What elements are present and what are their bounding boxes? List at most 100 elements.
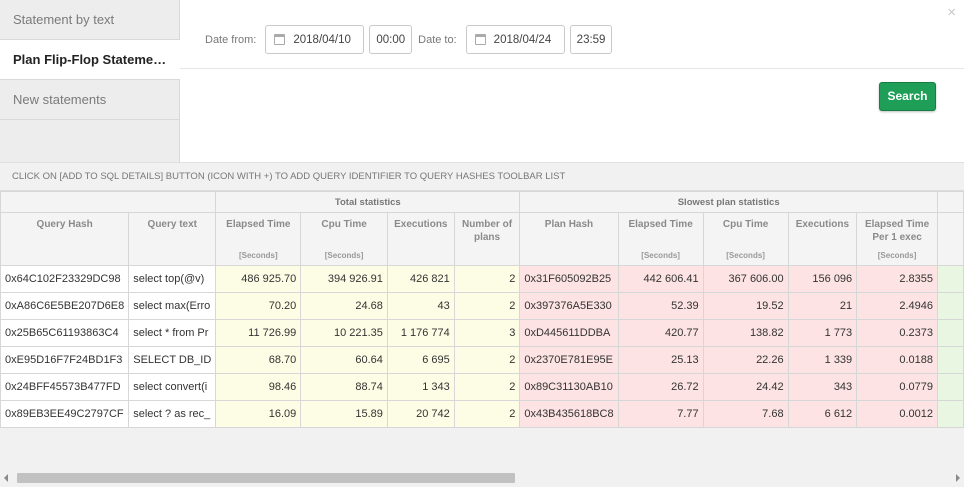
col-slowest-elapsed-label: Elapsed Time [628,219,693,230]
cell-query-text[interactable]: select top(@v) [128,265,217,293]
cell-slowest-cpu: 7.68 [702,400,789,428]
col-plan-hash-label: Plan Hash [544,219,594,230]
filter-panel: Date from: 2018/04/10 00:00 Date to: 201… [180,0,964,162]
col-slowest-executions-label: Executions [795,219,850,230]
col-elapsed-per-exec[interactable]: Elapsed Time Per 1 exec [Seconds] [856,212,939,266]
cell-num-plans: 2 [453,265,521,293]
cell-slowest-executions: 156 096 [787,265,858,293]
cell-cpu: 394 926.91 [300,265,388,293]
cell-plan-hash[interactable]: 0x31F605092B25 [519,265,619,293]
search-button[interactable]: Search [879,82,936,111]
date-to-field[interactable]: 2018/04/24 [465,25,565,54]
col-slowest-executions[interactable]: Executions [787,212,858,266]
unit-label: [Seconds] [726,251,765,260]
cell-num-plans: 2 [453,400,521,428]
unit-label: [Seconds] [877,251,917,260]
col-plan-hash[interactable]: Plan Hash [519,212,619,266]
col-num-plans-label: Number of plans [462,219,513,243]
cell-next-column [937,346,964,374]
cell-query-text[interactable]: select max(Erro [128,292,217,320]
cell-slowest-executions: 21 [787,292,858,320]
date-from-label: Date from: [205,33,257,46]
cell-elapsed: 70.20 [215,292,302,320]
cell-plan-hash[interactable]: 0x2370E781E95E [519,346,619,374]
group-header-total: Total statistics [215,191,521,213]
cell-query-hash[interactable]: 0x64C102F23329DC98 [0,265,130,293]
time-from-field[interactable]: 00:00 [369,25,413,54]
table-row[interactable]: 0xA86C6E5BE207D6E8 select max(Erro 70.20 24… [0,292,964,320]
cell-elapsed-per-exec: 0.0188 [856,346,939,374]
tab-statement-by-text[interactable]: Statement by text [0,0,179,40]
col-num-plans[interactable]: Number of plans [453,212,521,266]
cell-num-plans: 2 [453,292,521,320]
table-row[interactable]: 0xE95D16F7F24BD1F3 SELECT DB_ID 68.70 60.64… [0,346,964,374]
scroll-left-arrow-icon[interactable] [4,474,8,482]
cell-slowest-executions: 1 773 [787,319,858,347]
report-tabs: Statement by text Plan Flip-Flop Stateme… [0,0,180,162]
scrollbar-thumb[interactable] [17,473,515,483]
col-slowest-cpu[interactable]: Cpu Time [Seconds] [702,212,789,266]
cell-query-hash[interactable]: 0x25B65C61193863C4 [0,319,130,347]
col-slowest-elapsed[interactable]: Elapsed Time [Seconds] [617,212,704,266]
cell-query-text[interactable]: select ? as rec_ [128,400,217,428]
cell-query-hash[interactable]: 0xE95D16F7F24BD1F3 [0,346,130,374]
cell-cpu: 10 221.35 [300,319,388,347]
cell-slowest-cpu: 22.26 [702,346,789,374]
cell-slowest-executions: 1 339 [787,346,858,374]
group-header-blank [0,191,217,213]
table-row[interactable]: 0x25B65C61193863C4 select * from Pr 11 726… [0,319,964,347]
cell-elapsed-per-exec: 0.0012 [856,400,939,428]
cell-plan-hash[interactable]: 0x397376A5E330 [519,292,619,320]
col-executions[interactable]: Executions [386,212,455,266]
time-from-value: 00:00 [376,33,406,46]
cell-query-text[interactable]: select * from Pr [128,319,217,347]
cell-plan-hash[interactable]: 0x43B435618BC8 [519,400,619,428]
group-header-slowest: Slowest plan statistics [519,191,939,213]
cell-executions: 6 695 [386,346,455,374]
table-row[interactable]: 0x24BFF45573B477FD select convert(i 98.46 8… [0,373,964,401]
cell-executions: 426 821 [386,265,455,293]
cell-slowest-elapsed: 420.77 [617,319,704,347]
cell-query-hash[interactable]: 0x24BFF45573B477FD [0,373,130,401]
time-to-field[interactable]: 23:59 [569,25,613,54]
col-query-hash[interactable]: Query Hash [0,212,130,266]
cell-slowest-elapsed: 442 606.41 [617,265,704,293]
col-next [937,212,964,266]
cell-next-column [937,319,964,347]
cell-elapsed-per-exec: 2.4946 [856,292,939,320]
table-row[interactable]: 0x64C102F23329DC98 select top(@v) 486 925.… [0,265,964,293]
cell-cpu: 88.74 [300,373,388,401]
cell-query-hash[interactable]: 0x89EB3EE49C2797CF [0,400,130,428]
cell-next-column [937,373,964,401]
date-from-field[interactable]: 2018/04/10 [265,25,365,54]
tab-plan-flip-flop[interactable]: Plan Flip-Flop Stateme… [0,40,180,80]
close-icon[interactable]: × [947,4,956,21]
date-to-value: 2018/04/24 [493,33,552,46]
table-row[interactable]: 0x89EB3EE49C2797CF select ? as rec_ 16.09 1… [0,400,964,428]
tab-new-statements[interactable]: New statements [0,80,179,120]
horizontal-scrollbar[interactable] [0,471,964,487]
cell-executions: 1 176 774 [386,319,455,347]
cell-query-text[interactable]: select convert(i [128,373,217,401]
col-cpu-label: Cpu Time [321,219,367,230]
cell-plan-hash[interactable]: 0x89C31130AB10 [519,373,619,401]
col-elapsed[interactable]: Elapsed Time [Seconds] [215,212,302,266]
info-hint: CLICK ON [ADD TO SQL DETAILS] BUTTON (IC… [0,162,964,191]
cell-elapsed: 486 925.70 [215,265,302,293]
cell-num-plans: 2 [453,373,521,401]
cell-query-hash[interactable]: 0xA86C6E5BE207D6E8 [0,292,130,320]
cell-query-text[interactable]: SELECT DB_ID [128,346,217,374]
cell-plan-hash[interactable]: 0xD445611DDBA [519,319,619,347]
col-query-text[interactable]: Query text [128,212,217,266]
col-elapsed-per-exec-label: Elapsed Time Per 1 exec [864,219,930,243]
cell-elapsed: 16.09 [215,400,302,428]
col-executions-label: Executions [394,219,448,230]
scroll-right-arrow-icon[interactable] [956,474,960,482]
cell-cpu: 24.68 [300,292,388,320]
cell-slowest-cpu: 138.82 [702,319,789,347]
col-query-hash-label: Query Hash [36,219,93,230]
cell-num-plans: 2 [453,346,521,374]
cell-slowest-elapsed: 26.72 [617,373,704,401]
cell-slowest-elapsed: 7.77 [617,400,704,428]
col-cpu[interactable]: Cpu Time [Seconds] [300,212,388,266]
